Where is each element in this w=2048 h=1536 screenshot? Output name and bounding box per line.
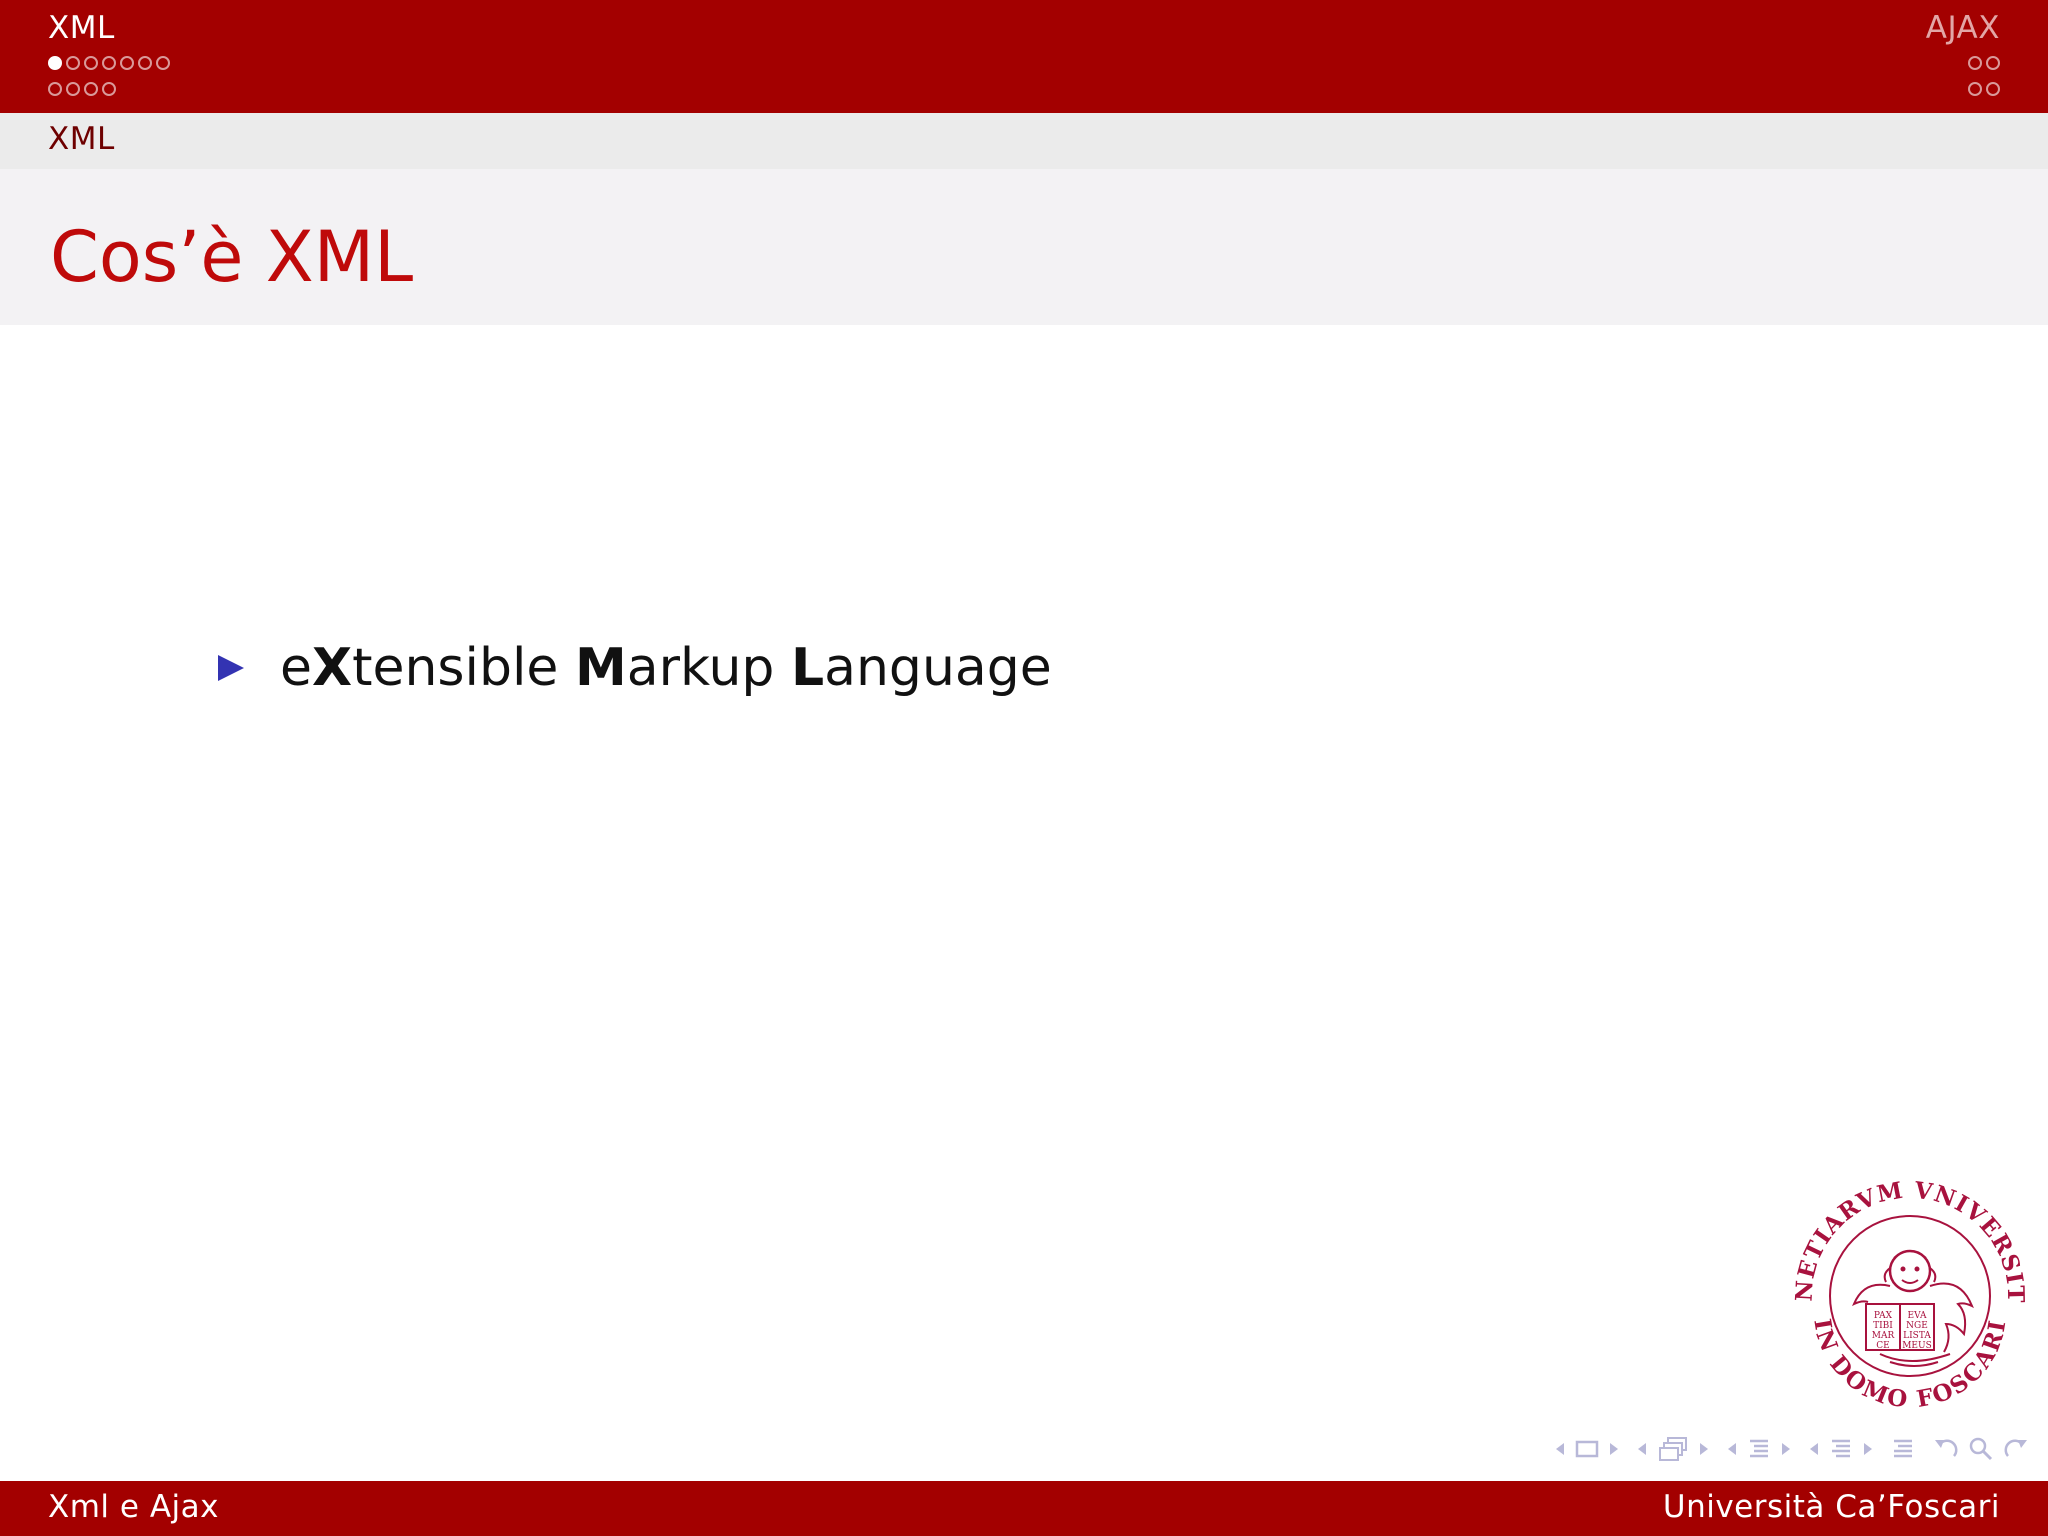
bullet-item: eXtensible Markup Language (218, 638, 1052, 698)
nav-section-icon[interactable] (1746, 1436, 1772, 1462)
slide-dots-row (1926, 50, 2000, 76)
svg-text:TIBI: TIBI (1873, 1321, 1893, 1331)
svg-text:NGE: NGE (1906, 1321, 1928, 1331)
section-nav-ajax[interactable]: AJAX (1926, 6, 2000, 102)
nav-next-arrow-icon[interactable] (1862, 1442, 1874, 1456)
svg-text:PAX: PAX (1874, 1311, 1893, 1321)
slide-title: Cos’è XML (50, 216, 414, 298)
slide-dot[interactable] (66, 82, 80, 96)
headline-bar: XML AJAX (0, 0, 2048, 113)
footline-bar: Xml e Ajax Università Ca’Foscari (0, 1481, 2048, 1536)
slide-dot[interactable] (102, 56, 116, 70)
nav-frame-icon[interactable] (1574, 1438, 1600, 1460)
slide-dot[interactable] (156, 56, 170, 70)
nav-prev-arrow-icon[interactable] (1726, 1442, 1738, 1456)
section-nav-xml[interactable]: XML (48, 6, 170, 102)
nav-document-icon[interactable] (1828, 1436, 1854, 1462)
university-seal-logo: VENETIARVM VNIVERSITAS IN DOMO FOSCARI P… (1790, 1176, 2028, 1414)
subsection-label: XML (48, 121, 115, 157)
slide-dot[interactable] (84, 82, 98, 96)
footer-presentation-title: Xml e Ajax (48, 1489, 219, 1525)
nav-appendix-icon[interactable] (1890, 1436, 1916, 1462)
slide-dot[interactable] (1986, 56, 2000, 70)
slide-dot[interactable] (120, 56, 134, 70)
nav-search-group (1932, 1436, 2030, 1462)
nav-forward-icon[interactable] (2002, 1436, 2030, 1462)
slide-dot-current[interactable] (48, 56, 62, 70)
slide-dot[interactable] (102, 82, 116, 96)
slide-dot[interactable] (84, 56, 98, 70)
nav-next-arrow-icon[interactable] (1608, 1442, 1620, 1456)
slide-dot[interactable] (138, 56, 152, 70)
slide-content: eXtensible Markup Language (218, 638, 1052, 698)
nav-next-arrow-icon[interactable] (1780, 1442, 1792, 1456)
nav-prev-arrow-icon[interactable] (1808, 1442, 1820, 1456)
nav-appendix-group (1890, 1436, 1916, 1462)
bullet-text: eXtensible Markup Language (280, 638, 1052, 698)
subsection-bar: XML (0, 113, 2048, 169)
svg-text:EVA: EVA (1908, 1311, 1927, 1321)
nav-search-icon[interactable] (1968, 1436, 1994, 1462)
section-link-ajax[interactable]: AJAX (1926, 6, 2000, 50)
beamer-navigation-symbols (1554, 1434, 2030, 1464)
nav-document-group (1808, 1436, 1874, 1462)
nav-frame-group (1554, 1438, 1620, 1460)
nav-prev-arrow-icon[interactable] (1636, 1442, 1648, 1456)
slide-dots-row (48, 76, 170, 102)
svg-text:MEUS: MEUS (1902, 1341, 1932, 1351)
slide-dot[interactable] (1968, 56, 1982, 70)
slide-dots-row (1926, 76, 2000, 102)
footer-institution: Università Ca’Foscari (1662, 1489, 2000, 1525)
slide-dots-row (48, 50, 170, 76)
svg-text:LISTA: LISTA (1903, 1331, 1931, 1341)
slide-dot[interactable] (1986, 82, 2000, 96)
nav-back-icon[interactable] (1932, 1436, 1960, 1462)
bullet-triangle-icon (218, 655, 244, 681)
slide-dot[interactable] (48, 82, 62, 96)
slide-dot[interactable] (1968, 82, 1982, 96)
nav-section-group (1726, 1436, 1792, 1462)
section-link-xml[interactable]: XML (48, 6, 170, 50)
slide-dot[interactable] (66, 56, 80, 70)
svg-text:MAR: MAR (1872, 1331, 1895, 1341)
nav-prev-arrow-icon[interactable] (1554, 1442, 1566, 1456)
frame-title-bar: Cos’è XML (0, 169, 2048, 325)
nav-subsection-icon[interactable] (1656, 1435, 1690, 1463)
nav-next-arrow-icon[interactable] (1698, 1442, 1710, 1456)
nav-subsection-group (1636, 1435, 1710, 1463)
svg-text:CE: CE (1876, 1341, 1889, 1351)
